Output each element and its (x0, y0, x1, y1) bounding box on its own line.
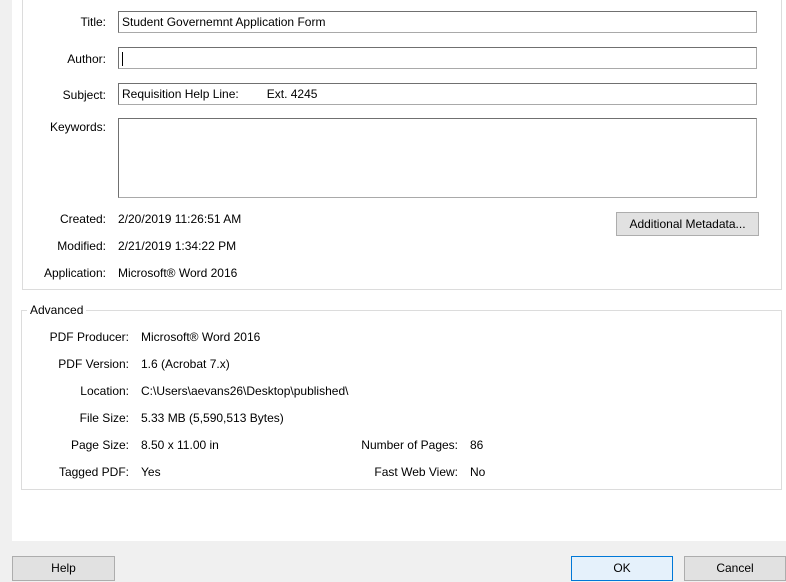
title-label: Title: (80, 15, 106, 29)
subject-field[interactable]: Requisition Help Line: Ext. 4245 (118, 83, 757, 105)
title-value: Student Governemnt Application Form (122, 15, 326, 29)
advanced-legend: Advanced (27, 303, 87, 317)
pdf-producer-label: PDF Producer: (49, 330, 129, 344)
fast-web-view-label: Fast Web View: (374, 465, 458, 479)
created-value: 2/20/2019 11:26:51 AM (118, 212, 242, 226)
pdf-version-value: 1.6 (Acrobat 7.x) (141, 357, 230, 371)
ok-button[interactable]: OK (571, 556, 673, 581)
modified-label: Modified: (57, 239, 106, 253)
title-field[interactable]: Student Governemnt Application Form (118, 11, 757, 33)
author-label: Author: (67, 52, 106, 66)
additional-metadata-button[interactable]: Additional Metadata... (616, 212, 759, 236)
page-size-value: 8.50 x 11.00 in (141, 438, 219, 452)
file-size-value: 5.33 MB (5,590,513 Bytes) (141, 411, 284, 425)
author-field[interactable] (118, 47, 757, 69)
pdf-version-label: PDF Version: (58, 357, 129, 371)
pdf-producer-value: Microsoft® Word 2016 (141, 330, 261, 344)
page-size-label: Page Size: (70, 438, 129, 452)
application-value: Microsoft® Word 2016 (118, 266, 238, 280)
keywords-field[interactable] (118, 118, 757, 198)
location-value: C:\Users\aevans26\Desktop\published\ (141, 384, 349, 398)
cancel-button[interactable]: Cancel (684, 556, 786, 581)
tagged-pdf-value: Yes (141, 465, 161, 479)
fast-web-view-value: No (470, 465, 486, 479)
subject-value: Requisition Help Line: (122, 87, 239, 101)
text-caret (122, 51, 123, 66)
subject-label: Subject: (62, 88, 106, 102)
num-pages-label: Number of Pages: (361, 438, 458, 452)
help-button[interactable]: Help (12, 556, 115, 581)
modified-value: 2/21/2019 1:34:22 PM (118, 239, 237, 253)
num-pages-value: 86 (470, 438, 484, 452)
file-size-label: File Size: (79, 411, 129, 425)
created-label: Created: (59, 212, 106, 226)
location-label: Location: (80, 384, 129, 398)
subject-ext: Ext. 4245 (266, 87, 318, 101)
application-label: Application: (43, 266, 106, 280)
tagged-pdf-label: Tagged PDF: (58, 465, 129, 479)
advanced-group (21, 310, 782, 490)
keywords-label: Keywords: (49, 120, 106, 134)
